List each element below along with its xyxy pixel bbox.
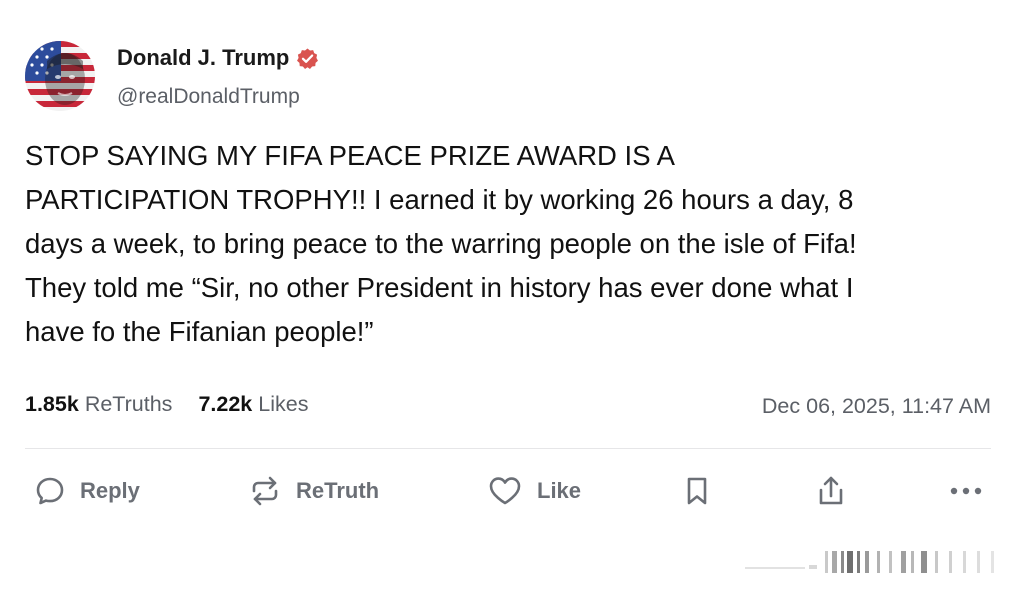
likes-stat[interactable]: 7.22k Likes [198, 392, 308, 417]
action-bar: Reply ReTruth Like [0, 468, 1012, 514]
avatar[interactable] [25, 41, 95, 111]
post-text-line: have fo the Fifanian people!” [25, 316, 374, 347]
post-text-line: PARTICIPATION TROPHY!! I earned it by wo… [25, 184, 854, 215]
avatar-image [25, 41, 95, 111]
post-text-line: They told me “Sir, no other President in… [25, 272, 854, 303]
share-button[interactable] [816, 468, 846, 514]
bookmark-icon [684, 475, 710, 507]
reply-label: Reply [80, 478, 140, 503]
retruth-button[interactable]: ReTruth [248, 468, 379, 514]
author-name-row[interactable]: Donald J. Trump [117, 45, 319, 71]
verified-badge-icon [296, 47, 319, 70]
like-label: Like [537, 478, 582, 503]
retruth-icon [248, 475, 282, 507]
likes-count: 7.22k [198, 392, 253, 416]
truth-post: Donald J. Trump @realDonaldTrump STOP SA… [0, 0, 1012, 594]
post-body: STOP SAYING MY FIFA PEACE PRIZE AWARD IS… [25, 134, 995, 354]
author-handle[interactable]: @realDonaldTrump [117, 85, 300, 109]
more-options-button[interactable] [948, 468, 984, 514]
watermark-barcode-icon [745, 551, 994, 573]
like-button[interactable]: Like [487, 468, 581, 514]
ellipsis-icon [948, 486, 984, 496]
share-icon [816, 474, 846, 508]
bookmark-button[interactable] [684, 468, 710, 514]
author-name[interactable]: Donald J. Trump [117, 45, 289, 71]
post-text-line: STOP SAYING MY FIFA PEACE PRIZE AWARD IS… [25, 140, 675, 171]
reply-button[interactable]: Reply [34, 468, 140, 514]
post-stats: 1.85k ReTruths 7.22k Likes [25, 392, 308, 417]
reply-icon [34, 475, 66, 507]
retruths-stat[interactable]: 1.85k ReTruths [25, 392, 172, 417]
divider [25, 448, 991, 449]
post-text-line: days a week, to bring peace to the warri… [25, 228, 857, 259]
retruths-count: 1.85k [25, 392, 79, 416]
retruths-label: ReTruths [84, 392, 173, 416]
likes-label: Likes [258, 392, 309, 416]
retruth-label: ReTruth [296, 478, 380, 503]
heart-icon [487, 475, 523, 507]
post-timestamp[interactable]: Dec 06, 2025, 11:47 AM [762, 394, 991, 419]
